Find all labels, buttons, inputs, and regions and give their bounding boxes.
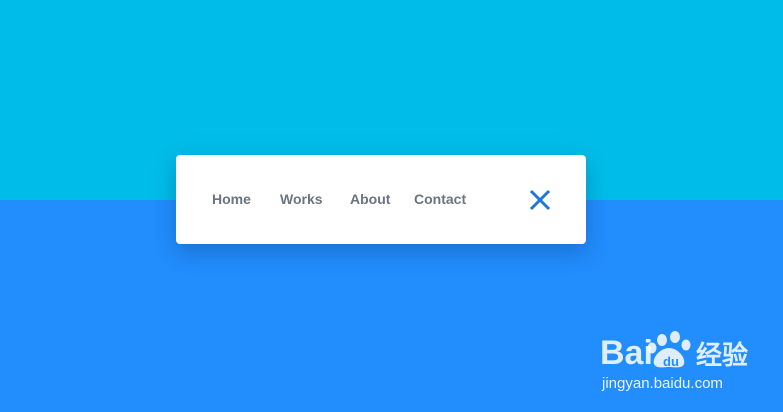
nav-item-works[interactable]: Works bbox=[280, 191, 323, 208]
svg-text:du: du bbox=[663, 354, 679, 369]
svg-text:Bai: Bai bbox=[600, 334, 653, 372]
nav-item-contact[interactable]: Contact bbox=[414, 191, 466, 208]
close-menu-button[interactable] bbox=[528, 188, 552, 212]
watermark-url: jingyan.baidu.com bbox=[602, 375, 723, 392]
baidu-jingyan-watermark: Bai du 经验 jingyan.baidu.com bbox=[600, 326, 770, 396]
nav-item-about[interactable]: About bbox=[350, 191, 390, 208]
nav-item-home[interactable]: Home bbox=[212, 191, 251, 208]
svg-text:经验: 经验 bbox=[696, 340, 748, 371]
baidu-jingyan-logo: Bai du 经验 bbox=[600, 331, 748, 372]
close-icon bbox=[529, 189, 551, 211]
navigation-menu: Home Works About Contact bbox=[176, 155, 586, 244]
